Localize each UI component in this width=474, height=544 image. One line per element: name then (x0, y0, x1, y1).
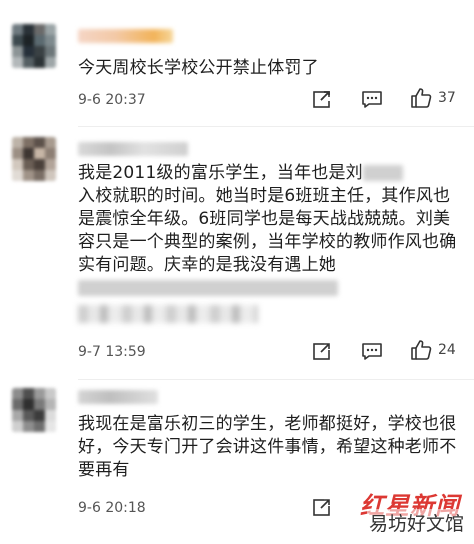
watermark-site: 易坊好文馆 (366, 509, 466, 536)
username-blurred[interactable] (78, 29, 173, 43)
comment-text-part1: 我是2011级的富乐学生，当年也是刘 (78, 163, 363, 183)
thumbs-up-icon (411, 88, 432, 108)
watermark: 红星新闻 易坊好文馆 (316, 486, 466, 536)
avatar[interactable] (12, 24, 56, 68)
comment-time: 9-6 20:18 (78, 500, 146, 516)
share-button[interactable] (312, 341, 332, 361)
comment-2: 我是2011级的富乐学生，当年也是刘 入校就职的时间。她当时是6班班主任，其作风… (0, 127, 474, 379)
redacted-line (78, 305, 258, 323)
comment-time: 9-6 20:37 (78, 92, 146, 108)
reply-button[interactable] (361, 341, 383, 361)
like-count: 37 (438, 90, 456, 106)
redacted-text (362, 165, 403, 181)
comment-text: 我是2011级的富乐学生，当年也是刘 入校就职的时间。她当时是6班班主任，其作风… (78, 162, 463, 300)
like-count: 24 (438, 342, 456, 358)
avatar[interactable] (12, 388, 56, 432)
username-blurred[interactable] (78, 390, 158, 404)
thumbs-up-icon (411, 340, 432, 360)
comment-1: 今天周校长学校公开禁止体罚了 9-6 20:37 37 (0, 0, 474, 126)
share-icon (313, 91, 330, 108)
comment-icon (362, 343, 382, 360)
reply-button[interactable] (361, 89, 383, 109)
avatar[interactable] (12, 137, 56, 181)
like-button[interactable]: 37 (410, 87, 456, 109)
comment-text: 我现在是富乐初三的学生，老师都挺好，学校也很好，今天专门开了会讲这件事情，希望这… (78, 414, 457, 480)
comment-icon (362, 91, 382, 108)
share-button[interactable] (312, 89, 332, 109)
username-blurred[interactable] (78, 142, 188, 156)
comment-time: 9-7 13:59 (78, 344, 146, 360)
comment-text-part2: 入校就职的时间。她当时是6班班主任，其作风也是震惊全年级。6班同学也是每天战战兢… (78, 186, 457, 275)
like-button[interactable]: 24 (410, 339, 456, 361)
redacted-text (78, 280, 338, 296)
share-icon (313, 343, 331, 360)
comment-text: 今天周校长学校公开禁止体罚了 (78, 58, 319, 78)
